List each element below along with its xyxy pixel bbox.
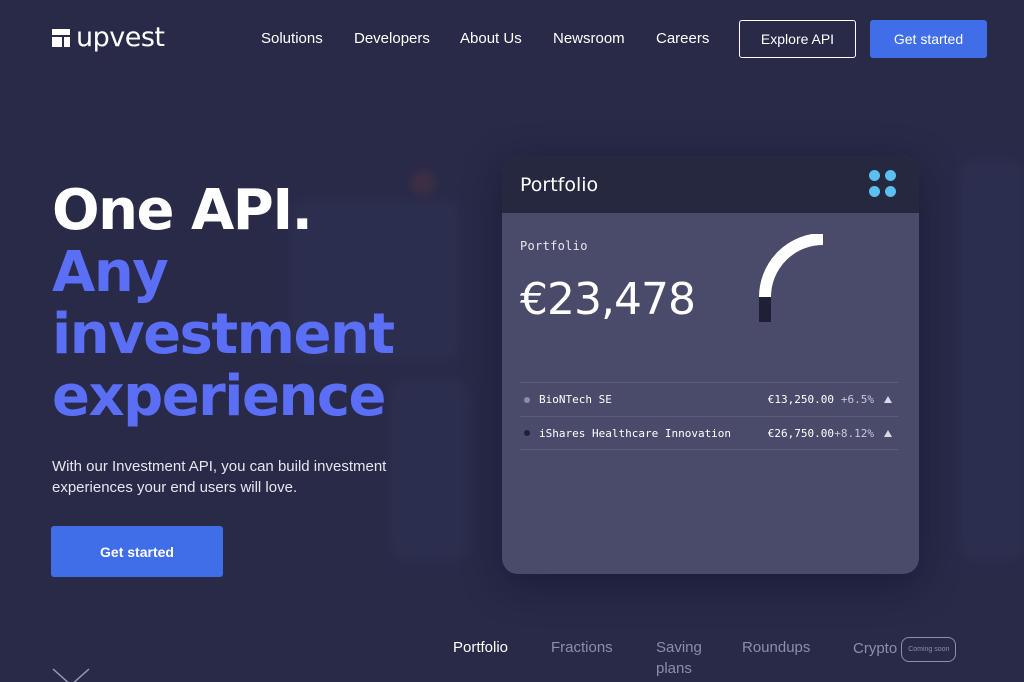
holding-change: +8.12%: [834, 426, 874, 440]
explore-api-button[interactable]: Explore API: [739, 20, 856, 58]
holdings-list: BioNTech SE €13,250.00 +6.5% iShares Hea…: [520, 382, 898, 450]
logo-text: upvest: [76, 22, 165, 53]
hero-title-accent-3: experience: [52, 364, 387, 429]
portfolio-label: Portfolio: [520, 239, 588, 253]
hero-title: One API. Any investment experience: [52, 178, 395, 429]
background-dot: [410, 170, 436, 196]
feature-tabs: Portfolio Fractions Saving plans Roundup…: [0, 637, 1024, 682]
holding-change: +6.5%: [840, 393, 874, 406]
holding-bullet: [524, 430, 530, 436]
nav-newsroom[interactable]: Newsroom: [553, 30, 625, 48]
app-grid-icon: [869, 170, 897, 198]
hero-title-accent-1: Any: [52, 240, 169, 305]
background-panel-right: [960, 160, 1024, 560]
nav-solutions[interactable]: Solutions: [261, 30, 323, 48]
portfolio-gauge: [759, 234, 824, 322]
nav-careers[interactable]: Careers: [656, 30, 709, 48]
chevron-down-icon[interactable]: [52, 668, 90, 682]
holding-amount: €13,250.00: [767, 393, 834, 406]
hero-title-accent-2: investment: [52, 302, 395, 367]
hero-description: With our Investment API, you can build i…: [52, 458, 387, 496]
tab-fractions[interactable]: Fractions: [551, 637, 613, 658]
tab-crypto-label: Crypto: [853, 640, 898, 657]
tab-portfolio[interactable]: Portfolio: [453, 637, 508, 658]
tab-saving-plans[interactable]: Saving plans: [656, 637, 716, 679]
holding-amount: €26,750.00: [767, 426, 834, 440]
coming-soon-badge: Coming soon: [901, 637, 957, 662]
arrow-up-icon: [884, 430, 892, 437]
hero-get-started-button[interactable]: Get started: [51, 526, 223, 577]
holding-bullet: [524, 396, 530, 403]
portfolio-value: €23,478: [520, 274, 696, 325]
holding-row[interactable]: BioNTech SE €13,250.00 +6.5%: [520, 382, 898, 416]
hero-title-line1: One API.: [52, 178, 313, 243]
upvest-logo-icon: [52, 29, 70, 47]
header-get-started-button[interactable]: Get started: [870, 20, 987, 58]
portfolio-card-title: Portfolio: [520, 173, 599, 196]
nav-developers[interactable]: Developers: [354, 30, 430, 48]
tab-crypto[interactable]: Crypto Coming soon: [853, 637, 957, 662]
portfolio-card-header: Portfolio: [502, 156, 919, 213]
tab-roundups[interactable]: Roundups: [742, 637, 810, 658]
header: upvest Solutions Developers About Us New…: [0, 0, 1024, 80]
holding-row[interactable]: iShares Healthcare Innovation €26,750.00…: [520, 416, 898, 450]
gauge-fill: [759, 234, 824, 298]
arrow-up-icon: [884, 396, 892, 403]
nav-about-us[interactable]: About Us: [460, 30, 522, 48]
upvest-logo[interactable]: upvest: [52, 24, 165, 52]
portfolio-card: Portfolio Portfolio €23,478 BioNTech SE …: [502, 156, 919, 574]
